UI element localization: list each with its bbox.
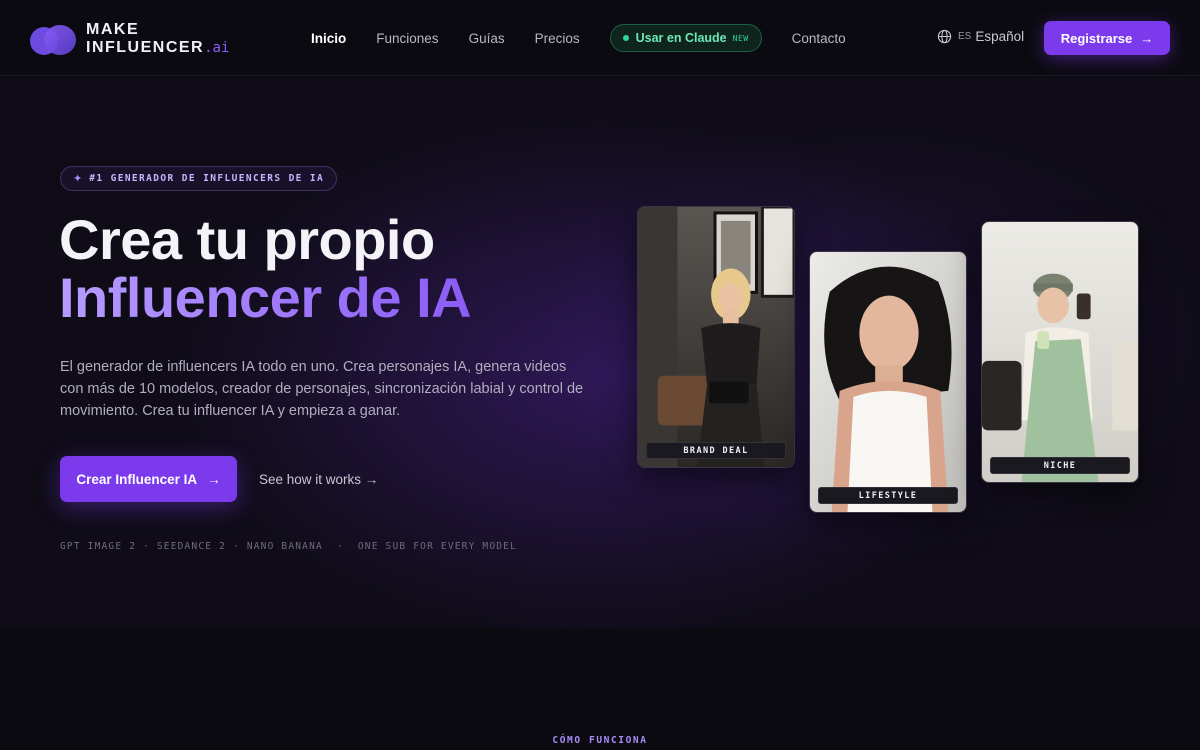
card-tag: NICHE	[990, 457, 1130, 474]
logo-wordmark: MAKE INFLUENCER.ai	[86, 21, 229, 57]
main-nav: Inicio Funciones Guías Precios Usar en C…	[311, 24, 876, 52]
influencer-card-brand-deal[interactable]: BRAND DEAL	[637, 206, 795, 468]
sparkle-icon: ✦	[73, 173, 83, 185]
new-badge: NEW	[732, 33, 749, 43]
logo-line-1: MAKE	[86, 21, 140, 38]
use-in-claude-button[interactable]: Usar en Claude NEW	[609, 24, 762, 52]
influencer-card-lifestyle[interactable]: LIFESTYLE	[809, 251, 967, 513]
card-tag: BRAND DEAL	[646, 442, 786, 459]
language-code: ES	[958, 31, 972, 42]
logo-line-2: INFLUENCER	[86, 39, 205, 56]
models-line: GPT IMAGE 2 · SEEDANCE 2 · NANO BANANA · O…	[60, 541, 518, 552]
see-how-it-works-link[interactable]: See how it works →	[259, 472, 378, 487]
card-tag: LIFESTYLE	[818, 487, 958, 504]
models-tagline: ONE SUB FOR EVERY MODEL	[357, 541, 518, 552]
create-influencer-label: Crear Influencer IA	[76, 471, 198, 487]
how-it-works-section: CÓMO FUNCIONA	[0, 629, 1200, 750]
models-list: GPT IMAGE 2 · SEEDANCE 2 · NANO BANANA	[60, 541, 323, 552]
nav-link-contacto[interactable]: Contacto	[792, 31, 846, 46]
hero-badge: ✦ #1 GENERADOR DE INFLUENCERS DE IA	[60, 166, 338, 191]
nav-link-funciones[interactable]: Funciones	[376, 31, 438, 46]
create-influencer-button[interactable]: Crear Influencer IA →	[60, 456, 237, 502]
arrow-right-icon: →	[207, 471, 221, 487]
nav-link-guias[interactable]: Guías	[469, 31, 505, 46]
nav-link-inicio[interactable]: Inicio	[311, 31, 346, 46]
status-dot-icon	[622, 35, 629, 41]
nav-link-precios[interactable]: Precios	[535, 31, 580, 46]
influencer-photo	[638, 207, 794, 467]
logo-mark-icon	[30, 23, 78, 55]
brand-logo[interactable]: MAKE INFLUENCER.ai	[30, 21, 229, 57]
influencer-photo	[982, 222, 1138, 482]
language-selector[interactable]: ES Español	[937, 29, 1024, 44]
hero-title-line-1: Crea tu propio	[59, 208, 435, 271]
influencer-card-niche[interactable]: NICHE	[981, 221, 1139, 483]
register-button[interactable]: Registrarse →	[1044, 21, 1170, 55]
globe-icon	[937, 29, 952, 44]
hero-description: El generador de influencers IA todo en u…	[60, 359, 584, 419]
language-label: Español	[975, 29, 1025, 44]
section-eyebrow: CÓMO FUNCIONA	[552, 735, 648, 746]
logo-suffix: .ai	[204, 40, 230, 56]
use-in-claude-label: Usar en Claude	[635, 31, 727, 45]
hero-section: ✦ #1 GENERADOR DE INFLUENCERS DE IA Crea…	[0, 77, 1200, 629]
hero-title: Crea tu propio Influencer de IA	[59, 208, 472, 329]
hero-badge-text: #1 GENERADOR DE INFLUENCERS DE IA	[89, 173, 325, 184]
influencer-photo	[810, 252, 966, 512]
top-navbar: MAKE INFLUENCER.ai Inicio Funciones Guía…	[0, 0, 1200, 76]
register-label: Registrarse	[1060, 30, 1133, 46]
arrow-right-icon: →	[1140, 30, 1154, 46]
hero-title-line-2: Influencer de IA	[59, 266, 472, 329]
